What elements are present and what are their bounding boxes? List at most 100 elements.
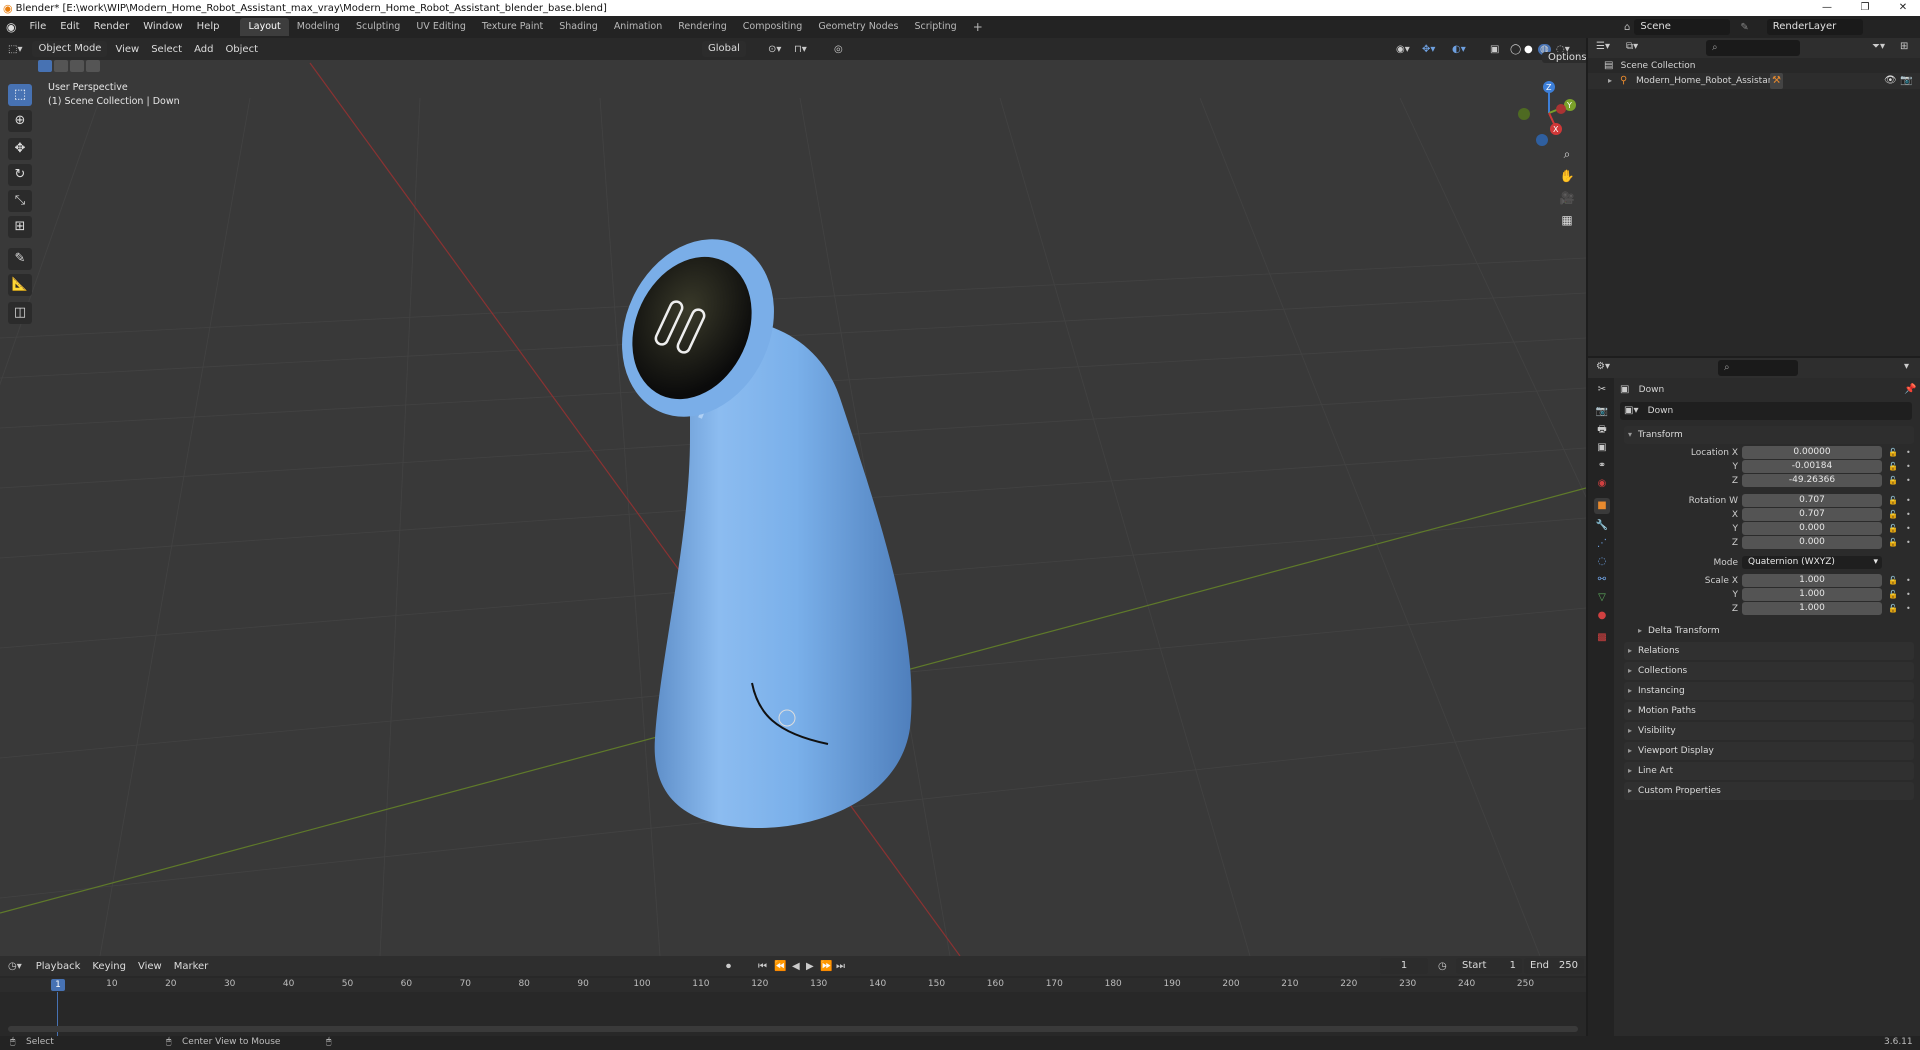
render-tab-icon[interactable]: 📷 [1594,404,1610,420]
data-tab-icon[interactable]: ▽ [1594,590,1610,606]
timeline-menu-view[interactable]: View [132,961,168,972]
keyframe-dot-icon[interactable]: • [1906,494,1911,508]
scale-tool-icon[interactable]: ⤡ [8,190,32,212]
collections-panel[interactable]: ▸ Collections [1624,662,1914,680]
lock-icon[interactable]: 🔓 [1888,536,1898,550]
jump-start-icon[interactable]: ⏮ [758,961,767,972]
add-cube-tool-icon[interactable]: ◫ [8,302,32,324]
filter-icon[interactable]: ⏷▾ [1872,41,1885,52]
viewport-menu-view[interactable]: View [109,44,145,55]
add-workspace-button[interactable]: + [965,18,991,36]
move-tool-icon[interactable]: ✥ [8,138,32,160]
rotation-mode-dropdown[interactable]: Quaternion (WXYZ) ▾ [1742,556,1882,569]
viewport-menu-add[interactable]: Add [188,44,219,55]
menu-edit[interactable]: Edit [53,16,86,38]
select-extend-icon[interactable] [54,60,68,72]
prev-keyframe-icon[interactable]: ⏪ [774,961,786,972]
outliner-editor-type-icon[interactable]: ☰▾ [1596,41,1610,52]
close-button[interactable]: ✕ [1888,0,1918,16]
modifier-tab-icon[interactable]: 🔧 [1594,518,1610,534]
tab-sculpting[interactable]: Sculpting [348,18,408,36]
tab-scripting[interactable]: Scripting [906,18,964,36]
output-tab-icon[interactable]: 🖶 [1594,422,1610,438]
properties-options-icon[interactable]: ▾ [1904,361,1909,372]
select-invert-icon[interactable] [86,60,100,72]
new-collection-icon[interactable]: ⊞ [1900,41,1908,52]
tab-compositing[interactable]: Compositing [735,18,811,36]
properties-editor-type-icon[interactable]: ⚙▾ [1596,361,1610,372]
lock-icon[interactable]: 🔓 [1888,588,1898,602]
rotation-z-field[interactable]: 0.000 [1742,536,1882,549]
outliner-display-mode-icon[interactable]: ⧉▾ [1626,41,1638,52]
tab-layout[interactable]: Layout [240,18,289,36]
tab-uv-editing[interactable]: UV Editing [408,18,474,36]
relations-panel[interactable]: ▸ Relations [1624,642,1914,660]
options-button[interactable]: Options [1540,50,1586,66]
physics-tab-icon[interactable]: ◌ [1594,554,1610,570]
location-z-field[interactable]: -49.26366 [1742,474,1882,487]
scene-tab-icon[interactable]: ⚭ [1594,458,1610,474]
next-keyframe-icon[interactable]: ⏩ [820,961,832,972]
maximize-button[interactable]: ❐ [1850,0,1880,16]
outliner[interactable]: ☰▾ ⧉▾ ⌕ ⏷▾ ⊞ ▤ Scene Collection ▸ ⚲ Mode… [1588,38,1920,356]
camera-view-icon[interactable]: 🎥 [1557,188,1577,208]
lock-icon[interactable]: 🔓 [1888,522,1898,536]
lock-icon[interactable]: 🔓 [1888,460,1898,474]
delta-transform-subpanel[interactable]: ▸ Delta Transform [1634,622,1914,640]
keyframe-dot-icon[interactable]: • [1906,460,1911,474]
keyframe-dot-icon[interactable]: • [1906,536,1911,550]
visibility-icon[interactable]: ◉▾ [1396,44,1410,55]
cursor-tool-icon[interactable]: ⊕ [8,110,32,132]
keyframe-dot-icon[interactable]: • [1906,588,1911,602]
outliner-row-object[interactable]: ▸ ⚲ Modern_Home_Robot_Assistant ⚒ 👁 📷 [1588,73,1920,89]
menu-file[interactable]: File [22,16,53,38]
rotate-tool-icon[interactable]: ↻ [8,164,32,186]
playhead-marker[interactable]: 1 [51,979,65,991]
snap-icon[interactable]: ⊓▾ [794,44,807,55]
line-art-panel[interactable]: ▸ Line Art [1624,762,1914,780]
zoom-icon[interactable]: ⌕ [1557,144,1577,164]
select-new-icon[interactable] [38,60,52,72]
timeline-editor[interactable]: ◷▾ Playback Keying View Marker ⏺ ⏮ ⏪ ◀ ▶… [0,956,1586,1040]
frame-ruler[interactable]: 1 10 20 30 40 50 60 70 80 90 100 110 120 130 140 150 16… [0,978,1586,992]
pivot-icon[interactable]: ⊙▾ [768,44,781,55]
rotation-y-field[interactable]: 0.000 [1742,522,1882,535]
overlay-toggle-icon[interactable]: ◐▾ [1452,44,1466,55]
render-layer-selector[interactable]: RenderLayer [1766,19,1863,35]
custom-properties-panel[interactable]: ▸ Custom Properties [1624,782,1914,800]
blender-menu-icon[interactable]: ◉ [0,20,22,34]
3d-viewport[interactable]: ⬚▾ Object Mode View Select Add Object Gl… [0,38,1586,956]
jump-end-icon[interactable]: ⏭ [836,961,845,972]
keyframe-dot-icon[interactable]: • [1906,574,1911,588]
expand-arrow-icon[interactable]: ▸ [1608,73,1612,89]
timeline-menu-keying[interactable]: Keying [86,961,132,972]
lock-icon[interactable]: 🔓 [1888,474,1898,488]
transform-tool-icon[interactable]: ⊞ [8,216,32,238]
keyframe-dot-icon[interactable]: • [1906,446,1911,460]
constraints-tab-icon[interactable]: ⚯ [1594,572,1610,588]
mode-selector[interactable]: Object Mode [32,41,108,57]
menu-window[interactable]: Window [136,16,189,38]
tool-tab-icon[interactable]: ✂ [1594,382,1610,398]
tab-geometry-nodes[interactable]: Geometry Nodes [810,18,906,36]
start-frame-field[interactable]: Start 1 [1456,958,1522,974]
tab-modeling[interactable]: Modeling [289,18,348,36]
keyframe-dot-icon[interactable]: • [1906,522,1911,536]
ortho-toggle-icon[interactable]: ▦ [1557,210,1577,230]
end-frame-field[interactable]: End 250 [1524,958,1584,974]
keyframe-dot-icon[interactable]: • [1906,474,1911,488]
timeline-menu-playback[interactable]: Playback [30,961,87,972]
viewport-menu-select[interactable]: Select [145,44,188,55]
scale-z-field[interactable]: 1.000 [1742,602,1882,615]
properties-search-field[interactable]: ⌕ [1718,360,1798,376]
timeline-editor-type-icon[interactable]: ◷▾ [0,961,30,972]
properties-editor[interactable]: ⚙▾ ⌕ ▾ ✂ 📷 🖶 ▣ ⚭ ◉ ■ 🔧 ⋰ ◌ ⚯ ▽ ● ▩ ▣ Dow… [1588,358,1920,1036]
menu-render[interactable]: Render [87,16,137,38]
object-datablock-field[interactable]: ▣▾ Down [1620,402,1912,420]
object-tab-icon[interactable]: ■ [1594,498,1610,514]
lock-icon[interactable]: 🔓 [1888,446,1898,460]
pin-properties-icon[interactable]: 📌 [1904,384,1916,395]
pin-icon[interactable]: ✎ [1740,22,1748,33]
pan-hand-icon[interactable]: ✋ [1557,166,1577,186]
texture-tab-icon[interactable]: ▩ [1594,630,1610,646]
